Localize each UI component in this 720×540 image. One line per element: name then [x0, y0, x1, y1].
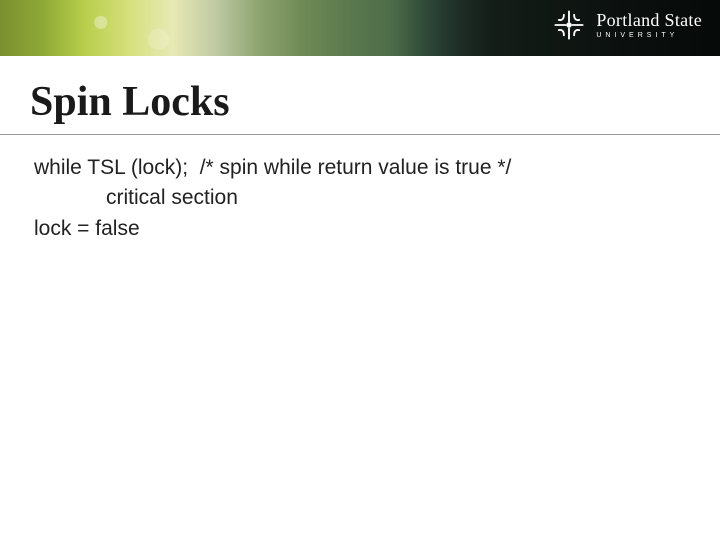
code-line-2-text: critical section	[34, 183, 238, 213]
code-line-3: lock = false	[34, 214, 686, 244]
code-line-1: while TSL (lock); /* spin while return v…	[34, 153, 686, 183]
brand-name: Portland State	[596, 11, 702, 29]
banner: Portland State UNIVERSITY	[0, 0, 720, 56]
university-logo: Portland State UNIVERSITY	[552, 8, 702, 42]
slide: Portland State UNIVERSITY Spin Locks whi…	[0, 0, 720, 540]
logo-text: Portland State UNIVERSITY	[596, 11, 702, 39]
slide-body: while TSL (lock); /* spin while return v…	[0, 135, 720, 244]
slide-title: Spin Locks	[0, 56, 720, 135]
brand-subline: UNIVERSITY	[596, 32, 702, 39]
logo-mark-icon	[552, 8, 586, 42]
code-line-2: critical section	[34, 183, 686, 213]
